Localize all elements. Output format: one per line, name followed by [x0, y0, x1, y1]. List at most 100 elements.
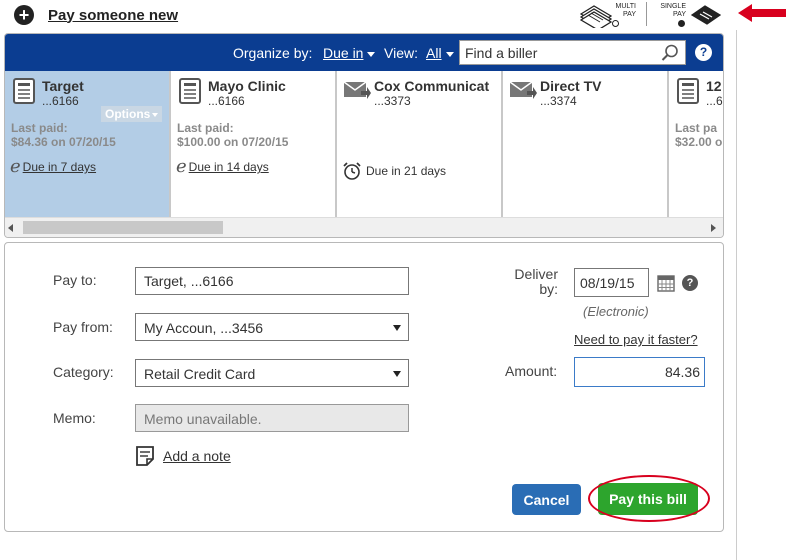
single-pay-label-bottom: PAY: [673, 11, 686, 18]
view-label: View:: [384, 45, 418, 61]
envelope-icon: [343, 81, 371, 99]
add-note-link[interactable]: Add a note: [135, 445, 231, 467]
caret-down-icon: [393, 371, 401, 377]
pay-mode-toggle[interactable]: MULTI PAY SINGLE PAY: [578, 0, 728, 30]
organize-by-label: Organize by:: [233, 45, 313, 61]
ebill-icon: e: [10, 156, 21, 177]
horizontal-scrollbar[interactable]: [5, 217, 723, 237]
last-paid-info: Last paid: $100.00 on 07/20/15: [177, 121, 288, 149]
help-icon[interactable]: ?: [695, 44, 712, 61]
biller-name: 12: [706, 78, 722, 94]
biller-account: ...6: [706, 94, 723, 108]
multi-pay-label-bottom: PAY: [623, 11, 636, 18]
options-dropdown[interactable]: Options: [101, 106, 163, 122]
deliver-by-label-line2: by:: [539, 281, 558, 297]
biller-name: Direct TV: [540, 78, 602, 94]
due-info: e Due in 14 days: [176, 156, 269, 177]
biller-panel: Organize by: Due in View: All ? Target .…: [4, 33, 724, 238]
category-value: Retail Credit Card: [144, 366, 256, 382]
biller-card-mayo-clinic[interactable]: Mayo Clinic ...6166 Last paid: $100.00 o…: [171, 71, 337, 217]
last-paid-label: Last paid:: [177, 121, 234, 135]
biller-card-direct-tv[interactable]: Direct TV ...3374: [503, 71, 669, 217]
biller-card-target[interactable]: Target ...6166 Options Last paid: $84.36…: [5, 71, 171, 217]
top-bar: + Pay someone new MULTI PAY SINGLE PAY: [0, 0, 791, 34]
single-pay-label-top: SINGLE: [660, 3, 686, 10]
red-arrow-annotation-icon: [738, 4, 786, 22]
biller-account: ...3374: [540, 94, 577, 108]
scroll-left-arrow-icon[interactable]: [8, 224, 13, 232]
caret-down-icon: [393, 325, 401, 331]
pay-someone-new-link[interactable]: + Pay someone new: [14, 5, 178, 25]
document-icon: [13, 78, 35, 104]
category-label: Category:: [53, 364, 114, 380]
note-icon: [136, 446, 154, 466]
amount-label: Amount:: [505, 363, 558, 379]
payment-form: Pay to: Pay from: My Accoun, ...3456 Cat…: [4, 242, 724, 532]
biller-name: Cox Communicat: [374, 78, 490, 94]
due-link[interactable]: Due in 14 days: [189, 160, 269, 174]
deliver-by-label: Deliver by:: [498, 267, 558, 297]
add-note-label: Add a note: [163, 448, 231, 464]
view-dropdown[interactable]: All: [426, 45, 454, 61]
scrollbar-thumb[interactable]: [23, 221, 223, 234]
biller-account: ...3373: [374, 94, 411, 108]
biller-carousel: Target ...6166 Options Last paid: $84.36…: [5, 71, 723, 217]
organize-by-dropdown[interactable]: Due in: [323, 45, 376, 61]
biller-name: Mayo Clinic: [208, 78, 286, 94]
memo-label: Memo:: [53, 410, 96, 426]
find-biller-input[interactable]: [460, 41, 650, 64]
multi-pay-label-top: MULTI: [615, 3, 636, 10]
last-paid-value: $84.36 on 07/20/15: [11, 135, 116, 149]
biller-panel-header: Organize by: Due in View: All ?: [5, 34, 723, 71]
search-icon[interactable]: [661, 44, 679, 62]
category-select[interactable]: Retail Credit Card: [135, 359, 409, 387]
calendar-icon[interactable]: [657, 274, 675, 292]
last-paid-label: Last pa: [675, 121, 718, 135]
biller-card-cox-communications[interactable]: Cox Communicat ...3373 Due in 21 days: [337, 71, 503, 217]
envelope-icon: [509, 81, 537, 99]
deliver-by-label-line1: Deliver: [514, 266, 558, 282]
memo-field: Memo unavailable.: [135, 404, 409, 432]
last-paid-info: Last paid: $84.36 on 07/20/15: [11, 121, 116, 149]
pay-to-input[interactable]: [135, 267, 409, 295]
multi-pay-radio[interactable]: [612, 20, 619, 27]
mode-divider: [646, 2, 647, 26]
single-pay-icon[interactable]: [691, 4, 721, 26]
help-icon[interactable]: ?: [682, 275, 698, 291]
biller-account: ...6166: [208, 94, 245, 108]
pay-from-label: Pay from:: [53, 319, 113, 335]
find-biller-search: [459, 40, 686, 65]
plus-circle-icon: +: [14, 5, 34, 25]
need-to-pay-faster-link[interactable]: Need to pay it faster?: [574, 332, 698, 347]
pay-someone-new-label: Pay someone new: [48, 6, 179, 24]
caret-down-icon: [152, 112, 159, 117]
amount-input[interactable]: [574, 357, 705, 387]
pay-from-select[interactable]: My Accoun, ...3456: [135, 313, 409, 341]
single-pay-radio[interactable]: [678, 20, 685, 27]
last-paid-info: Last pa $32.00 o: [675, 121, 722, 149]
cancel-button[interactable]: Cancel: [512, 484, 581, 515]
biller-account: ...6166: [42, 94, 79, 108]
last-paid-label: Last paid:: [11, 121, 68, 135]
pay-to-label: Pay to:: [53, 272, 97, 288]
last-paid-value: $32.00 o: [675, 135, 723, 149]
last-paid-value: $100.00 on 07/20/15: [177, 135, 289, 149]
due-info: e Due in 7 days: [10, 156, 96, 177]
biller-card-partial[interactable]: 12 ...6 Last pa $32.00 o: [669, 71, 723, 217]
deliver-by-date-input[interactable]: [574, 268, 649, 297]
options-label: Options: [105, 107, 151, 121]
document-icon: [677, 78, 699, 104]
due-info: Due in 21 days: [342, 161, 446, 181]
ebill-icon: e: [176, 156, 187, 177]
delivery-method: (Electronic): [583, 304, 649, 319]
organize-by-value: Due in: [323, 45, 364, 61]
biller-name: Target: [42, 78, 84, 94]
due-link[interactable]: Due in 7 days: [23, 160, 96, 174]
caret-down-icon: [367, 51, 376, 57]
scroll-right-arrow-icon[interactable]: [711, 224, 716, 232]
view-value: All: [426, 45, 442, 61]
document-icon: [179, 78, 201, 104]
alarm-clock-icon: [343, 162, 361, 180]
pay-from-value: My Accoun, ...3456: [144, 320, 264, 336]
pay-this-bill-button[interactable]: Pay this bill: [598, 483, 698, 515]
